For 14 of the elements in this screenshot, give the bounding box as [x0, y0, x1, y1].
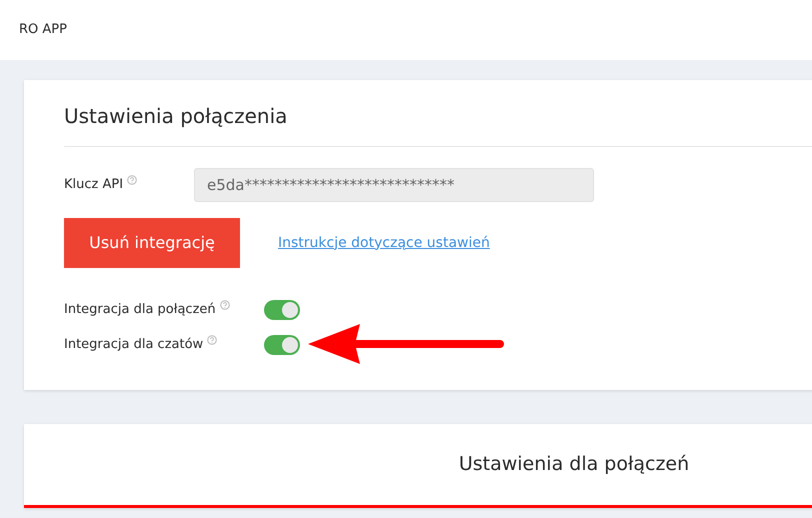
field-label: Klucz API [64, 176, 124, 194]
help-icon[interactable] [207, 334, 218, 345]
help-icon[interactable] [127, 175, 138, 186]
app-title: RO APP [19, 21, 67, 40]
section-title: Ustawienia połączenia [64, 104, 812, 147]
toggle-switch[interactable] [264, 334, 300, 354]
instructions-link[interactable]: Instrukcje dotyczące ustawień [278, 232, 490, 254]
api-key-field[interactable]: e5da**************************** [194, 168, 594, 202]
toggle-label: Integracja dla połączeń [64, 300, 216, 319]
delete-integration-button[interactable]: Usuń integrację [64, 218, 240, 268]
help-icon[interactable] [220, 300, 230, 310]
toggle-label: Integracja dla czatów [64, 336, 204, 354]
section-title: Ustawienia dla połączeń [458, 452, 690, 478]
toggle-switch[interactable] [264, 300, 300, 320]
